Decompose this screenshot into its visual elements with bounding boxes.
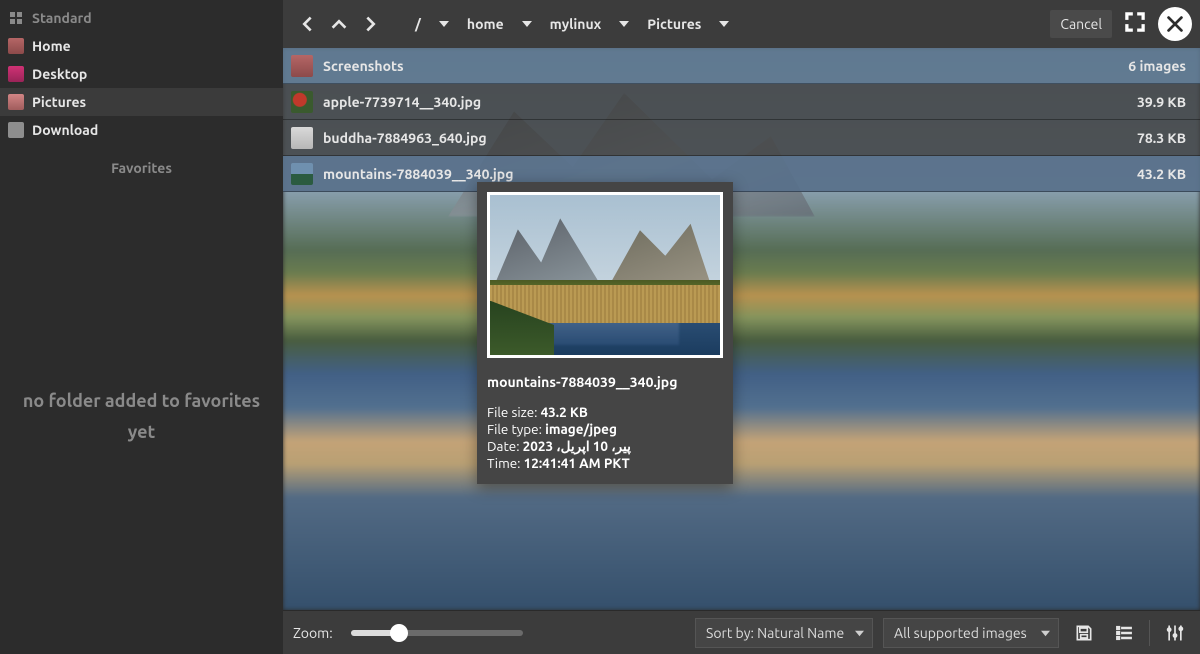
sidebar-type-label: Standard: [32, 10, 92, 26]
nav-up-button[interactable]: [323, 8, 355, 40]
view-list-icon[interactable]: [1109, 618, 1139, 648]
download-folder-icon: [8, 122, 24, 138]
type-icon: [8, 10, 24, 26]
chevron-down-icon[interactable]: [719, 19, 729, 29]
sidebar-type[interactable]: Standard: [0, 4, 283, 32]
fullscreen-icon[interactable]: [1122, 9, 1148, 39]
filter-dropdown-label: All supported images: [894, 625, 1027, 641]
chevron-down-icon[interactable]: [522, 19, 532, 29]
file-tooltip: mountains-7884039__340.jpg File size: 43…: [477, 182, 733, 484]
file-thumb-icon: [291, 91, 313, 113]
file-name: buddha-7884963_640.jpg: [323, 130, 1137, 146]
breadcrumb-user[interactable]: mylinux: [536, 16, 616, 32]
zoom-slider[interactable]: [351, 630, 523, 636]
sidebar-item-label: Pictures: [32, 94, 86, 110]
tooltip-filename: mountains-7884039__340.jpg: [487, 374, 723, 390]
file-row-selected[interactable]: mountains-7884039__340.jpg 43.2 KB: [283, 156, 1200, 192]
file-name: Screenshots: [323, 58, 1128, 74]
home-folder-icon: [8, 38, 24, 54]
zoom-label: Zoom:: [293, 625, 333, 641]
sidebar-item-desktop[interactable]: Desktop: [0, 60, 283, 88]
topbar: / home mylinux Pictures Cancel: [283, 0, 1200, 48]
save-icon[interactable]: [1069, 618, 1099, 648]
tooltip-time: Time: 12:41:41 AM PKT: [487, 455, 723, 472]
nav-back-button[interactable]: [291, 8, 323, 40]
breadcrumb-home[interactable]: home: [453, 16, 518, 32]
cancel-button[interactable]: Cancel: [1050, 10, 1112, 38]
sidebar: Standard Home Desktop Pictures Download …: [0, 0, 283, 654]
chevron-down-icon[interactable]: [619, 19, 629, 29]
chevron-down-icon: [1041, 625, 1050, 641]
file-thumb-icon: [291, 127, 313, 149]
tooltip-date: Date: پیر، 10 اپریل، 2023: [487, 438, 723, 455]
file-list: Screenshots 6 images apple-7739714__340.…: [283, 48, 1200, 192]
folder-row-screenshots[interactable]: Screenshots 6 images: [283, 48, 1200, 84]
file-size: 43.2 KB: [1137, 166, 1186, 182]
file-size: 78.3 KB: [1137, 130, 1186, 146]
sidebar-item-label: Desktop: [32, 66, 87, 82]
favorites-heading: Favorites: [0, 144, 283, 186]
nav-forward-button[interactable]: [355, 8, 387, 40]
breadcrumb-pictures[interactable]: Pictures: [633, 16, 715, 32]
viewer: Screenshots 6 images apple-7739714__340.…: [283, 48, 1200, 610]
sidebar-item-home[interactable]: Home: [0, 32, 283, 60]
folder-icon: [291, 55, 313, 77]
breadcrumb-root[interactable]: /: [401, 16, 435, 32]
file-name: apple-7739714__340.jpg: [323, 94, 1137, 110]
sidebar-item-label: Home: [32, 38, 71, 54]
tooltip-preview-image: [487, 192, 723, 358]
filter-dropdown[interactable]: All supported images: [883, 618, 1059, 648]
tooltip-type: File type: image/jpeg: [487, 421, 723, 438]
file-row[interactable]: apple-7739714__340.jpg 39.9 KB: [283, 84, 1200, 120]
settings-sliders-icon[interactable]: [1160, 618, 1190, 648]
chevron-down-icon[interactable]: [439, 19, 449, 29]
file-name: mountains-7884039__340.jpg: [323, 166, 1137, 182]
divider: [1149, 620, 1150, 646]
desktop-folder-icon: [8, 66, 24, 82]
sidebar-item-label: Download: [32, 122, 98, 138]
file-size: 39.9 KB: [1137, 94, 1186, 110]
file-thumb-icon: [291, 163, 313, 185]
favorites-empty: no folder added to favorites yet: [0, 186, 283, 447]
pictures-folder-icon: [8, 94, 24, 110]
file-row[interactable]: buddha-7884963_640.jpg 78.3 KB: [283, 120, 1200, 156]
sort-dropdown-label: Sort by: Natural Name: [706, 625, 844, 641]
tooltip-size: File size: 43.2 KB: [487, 404, 723, 421]
sidebar-item-pictures[interactable]: Pictures: [0, 88, 283, 116]
main-panel: / home mylinux Pictures Cancel Screensho: [283, 0, 1200, 654]
close-icon[interactable]: [1158, 7, 1192, 41]
sidebar-item-download[interactable]: Download: [0, 116, 283, 144]
file-meta: 6 images: [1128, 58, 1186, 74]
chevron-down-icon: [855, 625, 864, 641]
statusbar: Zoom: Sort by: Natural Name All supporte…: [283, 610, 1200, 654]
breadcrumb: / home mylinux Pictures: [401, 16, 729, 32]
sort-dropdown[interactable]: Sort by: Natural Name: [695, 618, 873, 648]
